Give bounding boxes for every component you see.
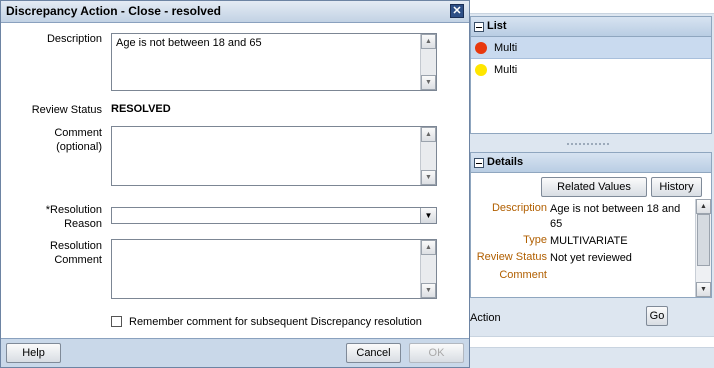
description-field[interactable]: Age is not between 18 and 65 ▲ ▼ xyxy=(111,33,437,91)
red-status-dot-icon xyxy=(475,41,487,54)
resolution-reason-label-line2: Reason xyxy=(64,218,102,230)
comment-field[interactable]: ▲ ▼ xyxy=(111,126,437,186)
detail-row-comment: Comment xyxy=(471,269,691,285)
scroll-up-icon[interactable]: ▲ xyxy=(421,127,436,142)
scroll-down-icon[interactable]: ▼ xyxy=(421,170,436,185)
resolution-comment-label-line1: Resolution xyxy=(50,240,102,252)
comment-scrollbar[interactable]: ▲ ▼ xyxy=(420,127,436,185)
detail-value: MULTIVARIATE xyxy=(550,235,628,247)
related-values-button[interactable]: Related Values xyxy=(541,177,647,197)
list-item[interactable]: Multi xyxy=(471,59,711,81)
detail-label: Description xyxy=(491,202,547,214)
resolution-reason-label: *Resolution Reason xyxy=(1,203,102,231)
discrepancy-action-dialog: Discrepancy Action - Close - resolved ✕ … xyxy=(0,0,470,368)
collapse-icon[interactable] xyxy=(474,21,484,32)
resolution-reason-label-line1: *Resolution xyxy=(45,204,102,216)
scroll-down-icon[interactable]: ▼ xyxy=(421,283,436,298)
ok-button[interactable]: OK xyxy=(409,343,464,363)
detail-label: Type xyxy=(523,234,547,246)
background-panel: List Multi Multi Details Related Values … xyxy=(470,0,714,368)
resolution-reason-select[interactable]: ▼ xyxy=(111,207,437,224)
resolution-comment-scrollbar[interactable]: ▲ ▼ xyxy=(420,240,436,298)
pane-splitter-handle[interactable] xyxy=(566,142,610,146)
background-bottom-strip xyxy=(470,336,714,348)
review-status-label: Review Status xyxy=(31,104,102,116)
dialog-titlebar[interactable]: Discrepancy Action - Close - resolved ✕ xyxy=(1,1,469,23)
cancel-button[interactable]: Cancel xyxy=(346,343,401,363)
close-icon[interactable]: ✕ xyxy=(450,4,464,18)
list-item-label: Multi xyxy=(494,64,518,76)
description-value: Age is not between 18 and 65 xyxy=(116,37,262,49)
scroll-up-icon[interactable]: ▲ xyxy=(421,34,436,49)
dialog-title: Discrepancy Action - Close - resolved xyxy=(6,4,221,18)
resolution-comment-label-line2: Comment xyxy=(54,254,102,266)
detail-value: Age is not between 18 and 65 xyxy=(550,203,681,230)
action-row: Action Go xyxy=(470,306,714,336)
history-button[interactable]: History xyxy=(651,177,702,197)
scroll-up-icon[interactable]: ▲ xyxy=(696,199,711,214)
details-pane-title: Details xyxy=(487,156,524,168)
scroll-down-icon[interactable]: ▼ xyxy=(421,75,436,90)
yellow-status-dot-icon xyxy=(475,64,487,76)
detail-row-type: Type MULTIVARIATE xyxy=(471,234,691,250)
description-label: Description xyxy=(46,33,102,45)
collapse-icon[interactable] xyxy=(474,157,484,168)
scroll-down-icon[interactable]: ▼ xyxy=(696,282,711,297)
detail-label: Comment xyxy=(499,269,547,281)
remember-comment-checkbox[interactable] xyxy=(111,316,122,327)
help-button[interactable]: Help xyxy=(6,343,61,363)
detail-value: Not yet reviewed xyxy=(550,252,632,264)
description-scrollbar[interactable]: ▲ ▼ xyxy=(420,34,436,90)
scroll-up-icon[interactable]: ▲ xyxy=(421,240,436,255)
resolution-comment-label: Resolution Comment xyxy=(1,239,102,267)
comment-label-line1: Comment xyxy=(54,127,102,139)
resolution-comment-field[interactable]: ▲ ▼ xyxy=(111,239,437,299)
detail-label: Review Status xyxy=(476,251,547,263)
detail-row-description: Description Age is not between 18 and 65 xyxy=(471,202,691,234)
resolution-reason-value xyxy=(112,209,115,221)
background-top-strip xyxy=(470,0,714,14)
comment-label: Comment (optional) xyxy=(1,126,102,154)
remember-comment-label: Remember comment for subsequent Discrepa… xyxy=(129,316,422,328)
list-item[interactable]: Multi xyxy=(471,37,711,59)
details-pane-header[interactable]: Details xyxy=(471,153,711,173)
list-pane-title: List xyxy=(487,20,507,32)
chevron-down-icon[interactable]: ▼ xyxy=(420,208,436,223)
scrollbar-thumb[interactable] xyxy=(697,214,710,266)
list-pane-header[interactable]: List xyxy=(471,17,711,37)
comment-label-line2: (optional) xyxy=(56,141,102,153)
details-scrollbar[interactable]: ▲ ▼ xyxy=(695,199,711,297)
dialog-footer: Help Cancel OK xyxy=(1,338,469,367)
action-label: Action xyxy=(470,312,501,324)
detail-row-review-status: Review Status Not yet reviewed xyxy=(471,251,691,267)
review-status-value: RESOLVED xyxy=(111,103,171,115)
list-item-label: Multi xyxy=(494,41,518,54)
go-button[interactable]: Go xyxy=(646,306,668,326)
list-pane: List Multi Multi xyxy=(470,16,712,134)
details-pane: Details Related Values History Descripti… xyxy=(470,152,712,298)
